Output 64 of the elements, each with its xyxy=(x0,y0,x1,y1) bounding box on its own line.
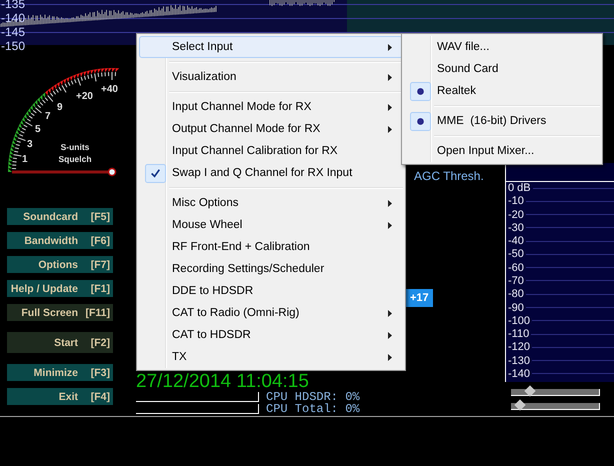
menu-item[interactable]: CAT to Radio (Omni-Rig) xyxy=(139,302,403,324)
agc-label: AGC Thresh. xyxy=(414,169,484,183)
menu-item[interactable]: Recording Settings/Scheduler xyxy=(139,258,403,280)
squelch-slider[interactable] xyxy=(12,168,116,176)
function-button[interactable]: Minimize [F3] xyxy=(7,364,113,381)
function-button[interactable]: Soundcard [F5] xyxy=(7,208,113,225)
menu-item[interactable]: Select Input xyxy=(139,36,403,58)
menu-item[interactable]: Visualization xyxy=(139,66,403,88)
scale-label: -140 xyxy=(1,11,26,25)
scale-label: -70 xyxy=(508,274,524,287)
slider-thumb[interactable] xyxy=(514,399,526,411)
clock-text: 27/12/2014 11:04:15 xyxy=(136,372,309,392)
scale-label: -40 xyxy=(508,235,524,248)
scale-label: -150 xyxy=(1,39,26,53)
checkmark-icon xyxy=(144,164,166,182)
menu-item[interactable]: TX xyxy=(139,346,403,368)
scale-label: -10 xyxy=(508,195,524,208)
value-badge: +17 xyxy=(406,289,433,307)
function-button[interactable]: Start [F2] xyxy=(7,332,113,353)
function-button[interactable]: Bandwidth [F6] xyxy=(7,232,113,249)
function-button[interactable]: Help / Update [F1] xyxy=(7,280,113,297)
scale-label: -110 xyxy=(508,328,530,340)
scale-label: -90 xyxy=(508,302,524,314)
slider-thumb[interactable] xyxy=(108,168,116,176)
scale-label: 7 xyxy=(45,111,51,122)
menu-item[interactable]: Misc Options xyxy=(139,192,403,214)
menu-item[interactable]: DDE to HDSDR xyxy=(139,280,403,302)
menu-item[interactable]: Sound Card xyxy=(404,58,600,80)
menu-item[interactable]: Swap I and Q Channel for RX Input xyxy=(139,162,403,184)
meter-subtitle: Squelch xyxy=(58,154,92,164)
function-button[interactable]: Full Screen [F11] xyxy=(7,304,113,321)
scale-label: -60 xyxy=(508,262,524,274)
scale-label: -20 xyxy=(508,208,524,221)
menu-item[interactable]: RF Front-End + Calibration xyxy=(139,236,403,258)
meter-title: S-units xyxy=(60,142,90,152)
scale-label: 1 xyxy=(22,154,28,165)
scale-label: -130 xyxy=(508,354,530,367)
scale-label: -140 xyxy=(508,368,530,380)
menu-item[interactable]: MME (16-bit) Drivers xyxy=(404,110,600,132)
scale-label: 3 xyxy=(27,139,33,150)
scale-label: 9 xyxy=(57,102,63,113)
scale-label: -145 xyxy=(1,25,26,39)
scale-label: -30 xyxy=(508,222,524,234)
scale-label: -80 xyxy=(508,288,524,300)
menu-item[interactable]: Realtek xyxy=(404,80,600,102)
scale-label: 0 dB xyxy=(508,182,531,194)
scale-label: -100 xyxy=(508,314,530,327)
scale-label: 5 xyxy=(35,124,41,135)
menu-item[interactable]: Output Channel Mode for RX xyxy=(139,118,403,140)
function-button[interactable]: Options [F7] xyxy=(7,256,113,273)
menu-item[interactable]: WAV file... xyxy=(404,36,600,58)
menu-item[interactable]: Mouse Wheel xyxy=(139,214,403,236)
menu-item[interactable]: CAT to HDSDR xyxy=(139,324,403,346)
function-button[interactable]: Exit [F4] xyxy=(7,388,113,405)
scale-label: +40 xyxy=(101,84,118,95)
menu-item[interactable]: Input Channel Calibration for RX xyxy=(139,140,403,162)
scale-label: -50 xyxy=(508,248,524,260)
cpu-label: CPU HDSDR: 0% xyxy=(266,391,360,404)
scale-label: -120 xyxy=(508,341,530,354)
scale-label: +20 xyxy=(76,91,93,102)
menu-item[interactable]: Input Channel Mode for RX xyxy=(139,96,403,118)
slider-thumb[interactable] xyxy=(524,385,536,397)
menu-item[interactable]: Open Input Mixer... xyxy=(404,140,600,162)
cpu-label: CPU Total: 0% xyxy=(266,403,360,416)
